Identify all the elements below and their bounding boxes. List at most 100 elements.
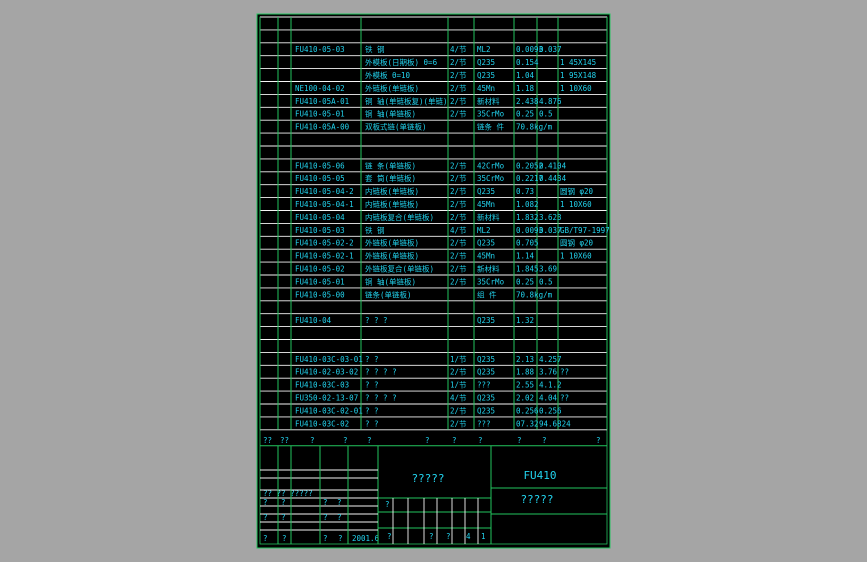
table-cell: Q235 bbox=[477, 368, 495, 377]
table-cell: 2/节 bbox=[450, 97, 467, 106]
signature-label: ? bbox=[337, 498, 342, 507]
header-label: ?? bbox=[263, 436, 272, 445]
table-cell: FU410-05-02-2 bbox=[295, 239, 354, 248]
signature-label: ? bbox=[337, 513, 342, 522]
table-cell: 42CrMo bbox=[477, 161, 505, 170]
table-cell: ? ? bbox=[365, 419, 379, 428]
table-cell: FU410-02-03-02 bbox=[295, 368, 358, 377]
table-cell: 外模板(日期板) θ=6 bbox=[365, 57, 438, 67]
table-cell: 1 10X60 bbox=[560, 200, 592, 209]
table-cell: Q235 bbox=[477, 394, 495, 403]
table-cell: NE100-04-02 bbox=[295, 84, 345, 93]
table-cell: FU410-03C-02-01 bbox=[295, 406, 363, 415]
table-cell: Q235 bbox=[477, 355, 495, 364]
table-cell: 94.6824 bbox=[539, 419, 571, 428]
table-cell: Q235 bbox=[477, 58, 495, 67]
table-cell: 0.4104 bbox=[539, 161, 567, 170]
table-cell: 圆钢 φ20 bbox=[560, 186, 594, 196]
table-cell: ??? bbox=[477, 419, 491, 428]
table-cell: 2/节 bbox=[450, 174, 467, 183]
table-cell: 外链板复合(单链板) bbox=[365, 264, 434, 274]
header-label: ? bbox=[596, 436, 601, 445]
signature-label: ? bbox=[281, 513, 286, 522]
table-cell: 新材料 bbox=[477, 96, 500, 106]
header-label: ? bbox=[478, 436, 483, 445]
table-cell: 链条 件 bbox=[477, 122, 505, 132]
signature-label: ? bbox=[282, 534, 287, 543]
table-cell: 4.876 bbox=[539, 97, 562, 106]
table-cell: 45Mn bbox=[477, 252, 495, 261]
table-cell: 2/节 bbox=[450, 110, 467, 119]
table-cell: 0.256 bbox=[516, 406, 539, 415]
table-cell: FU410-05-06 bbox=[295, 161, 345, 170]
table-cell: GB/T97-1997 bbox=[560, 226, 610, 235]
table-cell: 45Mn bbox=[477, 200, 495, 209]
table-cell: 4/节 bbox=[450, 394, 467, 403]
table-cell: Q235 bbox=[477, 239, 495, 248]
table-cell: ? ? ? bbox=[365, 316, 388, 325]
table-cell: ? ? bbox=[365, 381, 379, 390]
title-top: ????? bbox=[411, 472, 444, 485]
table-cell: FU350-02-13-07 bbox=[295, 394, 358, 403]
table-cell: 2/节 bbox=[450, 239, 467, 248]
table-cell: 2/节 bbox=[450, 406, 467, 415]
table-cell: 35CrMo bbox=[477, 277, 505, 286]
table-cell: 新材料 bbox=[477, 264, 500, 274]
table-cell: 0.037 bbox=[539, 226, 562, 235]
table-cell: 2.438 bbox=[516, 97, 539, 106]
bottom-cell: ? bbox=[387, 532, 392, 541]
table-cell: 1.32 bbox=[516, 316, 534, 325]
signature-label: ? bbox=[323, 498, 328, 507]
header-label: ? bbox=[425, 436, 430, 445]
table-cell: ML2 bbox=[477, 45, 491, 54]
table-cell: 0.256 bbox=[539, 406, 562, 415]
table-cell: FU410-03C-02 bbox=[295, 419, 349, 428]
table-cell: FU410-05A-00 bbox=[295, 123, 350, 132]
table-cell: 2/节 bbox=[450, 277, 467, 286]
table-cell: 0.154 bbox=[516, 58, 539, 67]
table-cell: FU410-05-05 bbox=[295, 174, 345, 183]
signature-label: ? bbox=[323, 513, 328, 522]
table-cell: FU410-05-02-1 bbox=[295, 252, 354, 261]
table-cell: 2/节 bbox=[450, 200, 467, 209]
table-cell: 07.32 bbox=[516, 419, 539, 428]
table-cell: 外链板(单链板) bbox=[365, 238, 419, 248]
table-cell: 外模板 θ=10 bbox=[365, 70, 411, 80]
table-cell: 0.037 bbox=[539, 45, 562, 54]
signature-label: ? bbox=[323, 534, 328, 543]
table-cell: 0.705 bbox=[516, 239, 539, 248]
table-cell: FU410-05A-01 bbox=[295, 97, 349, 106]
table-cell: 0.5 bbox=[539, 277, 553, 286]
table-cell: 0.73 bbox=[516, 187, 534, 196]
table-cell: 4/节 bbox=[450, 45, 467, 54]
table-cell: ??? bbox=[477, 381, 491, 390]
table-cell: 1.18 bbox=[516, 84, 535, 93]
bottom-cell: ? bbox=[429, 532, 434, 541]
table-cell: 外链板(单链板) bbox=[365, 251, 419, 261]
table-cell: 0.25 bbox=[516, 110, 534, 119]
table-cell: 4.257 bbox=[539, 355, 562, 364]
table-cell: Q235 bbox=[477, 316, 495, 325]
table-cell: 2/节 bbox=[450, 213, 467, 222]
table-cell: 70.8kg/m bbox=[516, 290, 553, 299]
table-cell: FU410-05-01 bbox=[295, 277, 345, 286]
table-cell: 0.5 bbox=[539, 110, 553, 119]
table-cell: 3.76 bbox=[539, 368, 558, 377]
table-cell: FU410-05-03 bbox=[295, 45, 345, 54]
table-cell: FU410-05-04 bbox=[295, 213, 345, 222]
drawing-code: FU410 bbox=[523, 469, 556, 482]
drawing-sheet: FU410-05-03 铁 钢 4/节 ML2 0.00930.037外模板(日期板) … bbox=[256, 13, 611, 549]
table-cell: 2/节 bbox=[450, 419, 467, 428]
table-cell: ?? bbox=[560, 368, 569, 377]
table-cell: 2.55 bbox=[516, 381, 534, 390]
table-cell: 1 10X60 bbox=[560, 84, 592, 93]
table-cell: 1.14 bbox=[516, 252, 535, 261]
table-cell: FU410-05-02 bbox=[295, 265, 345, 274]
bottom-cell: 1 bbox=[481, 532, 486, 541]
signature-label: ? bbox=[263, 498, 268, 507]
table-cell: 1 10X60 bbox=[560, 252, 592, 261]
table-cell: 1/节 bbox=[450, 355, 467, 364]
table-cell: 组 件 bbox=[477, 289, 497, 299]
table-cell: 2/节 bbox=[450, 161, 467, 170]
bottom-cell: 4 bbox=[466, 532, 471, 541]
